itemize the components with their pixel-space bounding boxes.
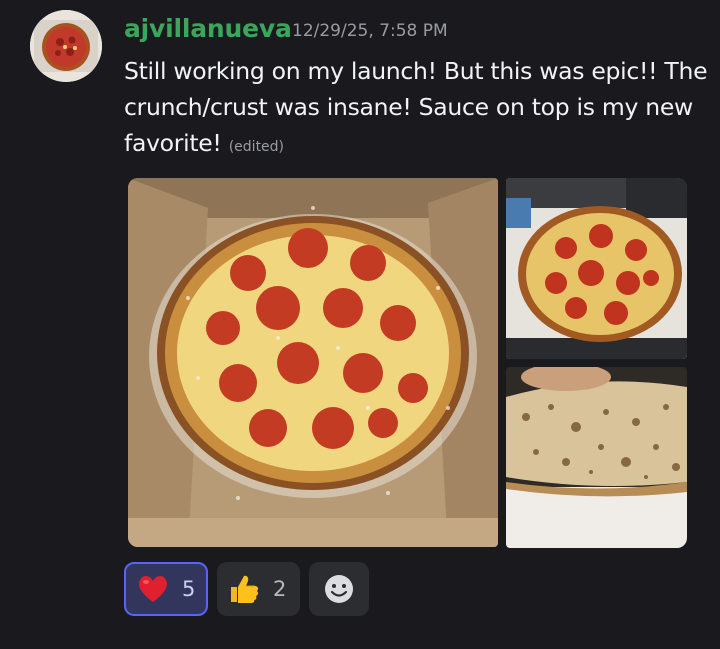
heart-icon — [139, 575, 167, 602]
avatar[interactable] — [30, 10, 102, 82]
reaction-thumbs-up[interactable]: 2 — [217, 562, 300, 616]
reaction-thumbs-up-count: 2 — [273, 577, 287, 601]
attachment-image-pizza-board[interactable] — [506, 178, 687, 359]
username[interactable]: ajvillanueva — [124, 14, 292, 43]
crust-underside-photo — [506, 367, 687, 548]
smile-icon — [325, 575, 353, 603]
attachment-image-pizza-box[interactable] — [128, 178, 498, 547]
message-timestamp[interactable]: 12/29/25, 7:58 PM — [292, 21, 448, 41]
avatar-pizza-image — [30, 10, 102, 82]
edited-label: (edited) — [228, 139, 285, 155]
message-text: Still working on my launch! But this was… — [124, 57, 708, 157]
thumbs-up-icon — [231, 575, 259, 603]
pizza-on-board-photo — [506, 178, 687, 359]
attachment-image-crust-underside[interactable] — [506, 367, 687, 548]
add-reaction-button[interactable] — [309, 562, 369, 616]
reaction-heart-count: 5 — [182, 577, 196, 601]
pizza-in-box-photo — [128, 178, 498, 547]
message-content: Still working on my launch! But this was… — [124, 53, 714, 165]
reaction-heart[interactable]: 5 — [124, 562, 208, 616]
